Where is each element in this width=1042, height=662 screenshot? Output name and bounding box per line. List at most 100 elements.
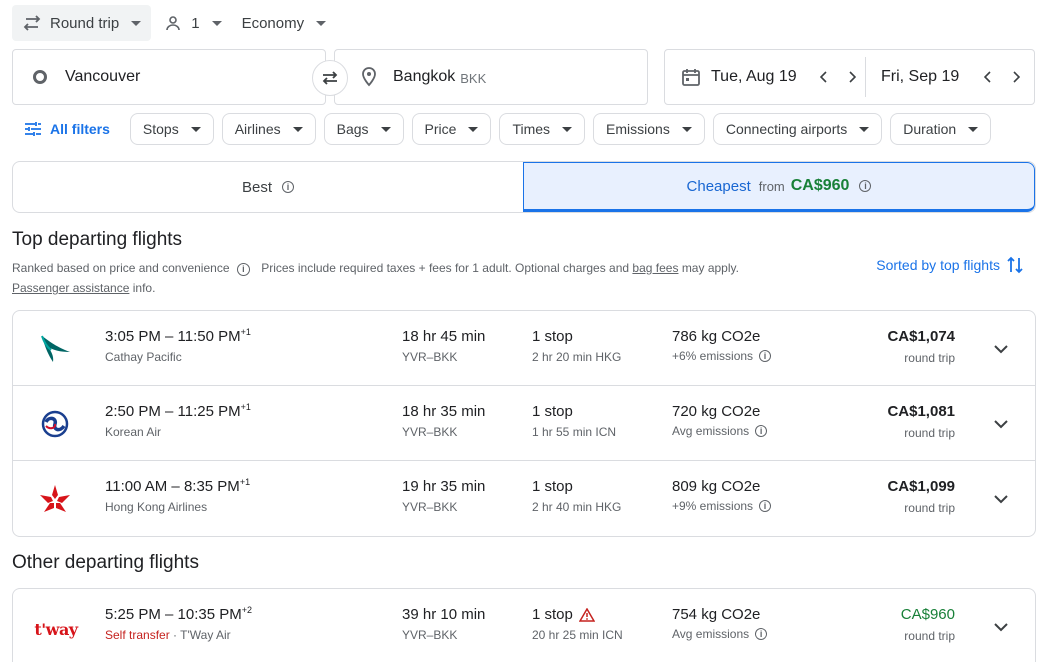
return-next-button[interactable] xyxy=(1003,64,1029,90)
trip-type-dropdown[interactable]: Round trip xyxy=(12,5,152,41)
filter-bar: All filters Stops Airlines Bags Price Ti… xyxy=(12,112,999,146)
info-icon[interactable]: i xyxy=(759,350,772,362)
passengers-dropdown[interactable]: 1 xyxy=(155,5,231,41)
passenger-assistance-link[interactable]: Passenger assistance xyxy=(12,281,129,295)
filter-airlines[interactable]: Airlines xyxy=(221,113,316,145)
warning-icon xyxy=(578,607,595,622)
cabin-class-dropdown[interactable]: Economy xyxy=(232,5,337,41)
cheapest-price: CA$960 xyxy=(790,177,850,194)
cabin-class-label: Economy xyxy=(241,14,305,32)
caret-down-icon xyxy=(380,126,391,132)
price-type: round trip xyxy=(904,501,955,515)
info-icon[interactable]: i xyxy=(859,180,872,192)
flight-times: 11:00 AM – 8:35 PM+1 xyxy=(105,477,250,495)
calendar-icon xyxy=(682,69,700,86)
flight-row[interactable]: 3:05 PM – 11:50 PM+1 Cathay Pacific 18 h… xyxy=(13,311,1035,386)
info-icon[interactable]: i xyxy=(282,181,294,193)
swap-locations-button[interactable] xyxy=(312,60,348,96)
flight-row[interactable]: t'way 5:25 PM – 10:35 PM+2 Self transfer… xyxy=(13,589,1035,662)
trip-type-label: Round trip xyxy=(50,14,120,32)
filter-emissions[interactable]: Emissions xyxy=(593,113,705,145)
filter-price[interactable]: Price xyxy=(411,113,492,145)
return-date-field[interactable]: Fri, Sep 19 xyxy=(866,50,1029,104)
filter-connecting-airports[interactable]: Connecting airports xyxy=(712,113,883,145)
emissions-info: +9% emissions i xyxy=(672,499,772,513)
airline-name: Cathay Pacific xyxy=(105,350,182,364)
flight-row[interactable]: 11:00 AM – 8:35 PM+1 Hong Kong Airlines … xyxy=(13,461,1035,536)
caret-down-icon xyxy=(316,20,327,26)
emissions-text: +6% emissions xyxy=(672,349,754,363)
expand-button[interactable] xyxy=(989,615,1013,639)
flight-times: 5:25 PM – 10:35 PM+2 xyxy=(105,605,252,623)
emissions-text: Avg emissions xyxy=(672,627,750,641)
dates-field: Tue, Aug 19 Fri, Sep 19 xyxy=(664,49,1035,105)
trip-options-bar: Round trip 1 Economy xyxy=(12,5,336,41)
filter-bags[interactable]: Bags xyxy=(323,113,404,145)
layover-info: 2 hr 40 min HKG xyxy=(532,500,622,514)
info-icon[interactable]: i xyxy=(755,425,768,437)
sort-order-button[interactable]: Sorted by top flights xyxy=(876,255,1024,275)
depart-date-field[interactable]: Tue, Aug 19 xyxy=(665,50,865,104)
all-filters-label: All filters xyxy=(50,121,110,137)
filter-label: Bags xyxy=(336,121,369,137)
airline-name: Hong Kong Airlines xyxy=(105,500,208,514)
flight-stops: 1 stop xyxy=(532,606,595,623)
depart-next-button[interactable] xyxy=(839,64,865,90)
destination-value: Bangkok xyxy=(393,68,456,85)
top-flights-title: Top departing flights xyxy=(12,229,183,250)
flight-row[interactable]: 2:50 PM – 11:25 PM+1 Korean Air 18 hr 35… xyxy=(13,386,1035,461)
filter-duration[interactable]: Duration xyxy=(890,113,992,145)
caret-down-icon xyxy=(292,126,303,132)
sort-arrows-icon xyxy=(1007,256,1023,274)
day-offset: +1 xyxy=(240,402,251,412)
day-offset: +1 xyxy=(240,327,251,337)
prices-note: Prices include required taxes + fees for… xyxy=(261,261,630,275)
info-word: info. xyxy=(132,281,156,295)
return-prev-button[interactable] xyxy=(975,64,1001,90)
info-icon[interactable]: i xyxy=(759,500,772,512)
stops-text: 1 stop xyxy=(532,606,573,623)
emissions-text: +9% emissions xyxy=(672,499,754,513)
flight-duration: 18 hr 35 min xyxy=(402,403,486,420)
self-transfer-label: Self transfer xyxy=(105,628,170,642)
chevron-right-icon xyxy=(1013,71,1021,83)
flight-route: YVR–BKK xyxy=(402,350,458,364)
bag-fees-link[interactable]: bag fees xyxy=(632,261,678,275)
co2-amount: 720 kg CO2e xyxy=(672,403,761,420)
filter-stops[interactable]: Stops xyxy=(129,113,214,145)
origin-field[interactable]: Vancouver xyxy=(12,49,326,105)
chevron-down-icon xyxy=(994,419,1008,428)
tab-best[interactable]: Best i xyxy=(13,162,523,212)
flight-duration: 19 hr 35 min xyxy=(402,478,486,495)
info-icon[interactable]: i xyxy=(236,263,250,276)
filter-times[interactable]: Times xyxy=(499,113,586,145)
filter-label: Price xyxy=(424,121,457,137)
expand-button[interactable] xyxy=(989,337,1013,361)
all-filters-button[interactable]: All filters xyxy=(12,121,122,137)
expand-button[interactable] xyxy=(989,487,1013,511)
layover-info: 2 hr 20 min HKG xyxy=(532,350,622,364)
flight-price: CA$1,074 xyxy=(887,328,955,345)
info-icon[interactable]: i xyxy=(755,628,768,640)
price-type: round trip xyxy=(904,351,955,365)
emissions-info: Avg emissions i xyxy=(672,627,768,641)
tab-best-label: Best xyxy=(241,178,272,196)
chevron-left-icon xyxy=(984,71,991,83)
caret-down-icon xyxy=(859,126,870,132)
flight-stops: 1 stop xyxy=(532,328,573,345)
flight-stops: 1 stop xyxy=(532,478,573,495)
filter-label: Emissions xyxy=(606,121,670,137)
tab-cheapest[interactable]: Cheapest from CA$960 i xyxy=(523,162,1035,212)
airline-name: Korean Air xyxy=(105,425,162,439)
caret-down-icon xyxy=(211,20,222,26)
other-flights-list: t'way 5:25 PM – 10:35 PM+2 Self transfer… xyxy=(12,588,1036,662)
expand-button[interactable] xyxy=(989,412,1013,436)
co2-amount: 754 kg CO2e xyxy=(672,606,761,623)
filter-label: Stops xyxy=(142,121,179,137)
flight-duration: 39 hr 10 min xyxy=(402,606,486,623)
depart-prev-button[interactable] xyxy=(811,64,837,90)
flight-times: 3:05 PM – 11:50 PM+1 xyxy=(105,327,251,345)
swap-icon xyxy=(322,71,338,85)
swap-arrows-icon xyxy=(23,15,41,31)
destination-field[interactable]: Bangkok BKK xyxy=(334,49,648,105)
